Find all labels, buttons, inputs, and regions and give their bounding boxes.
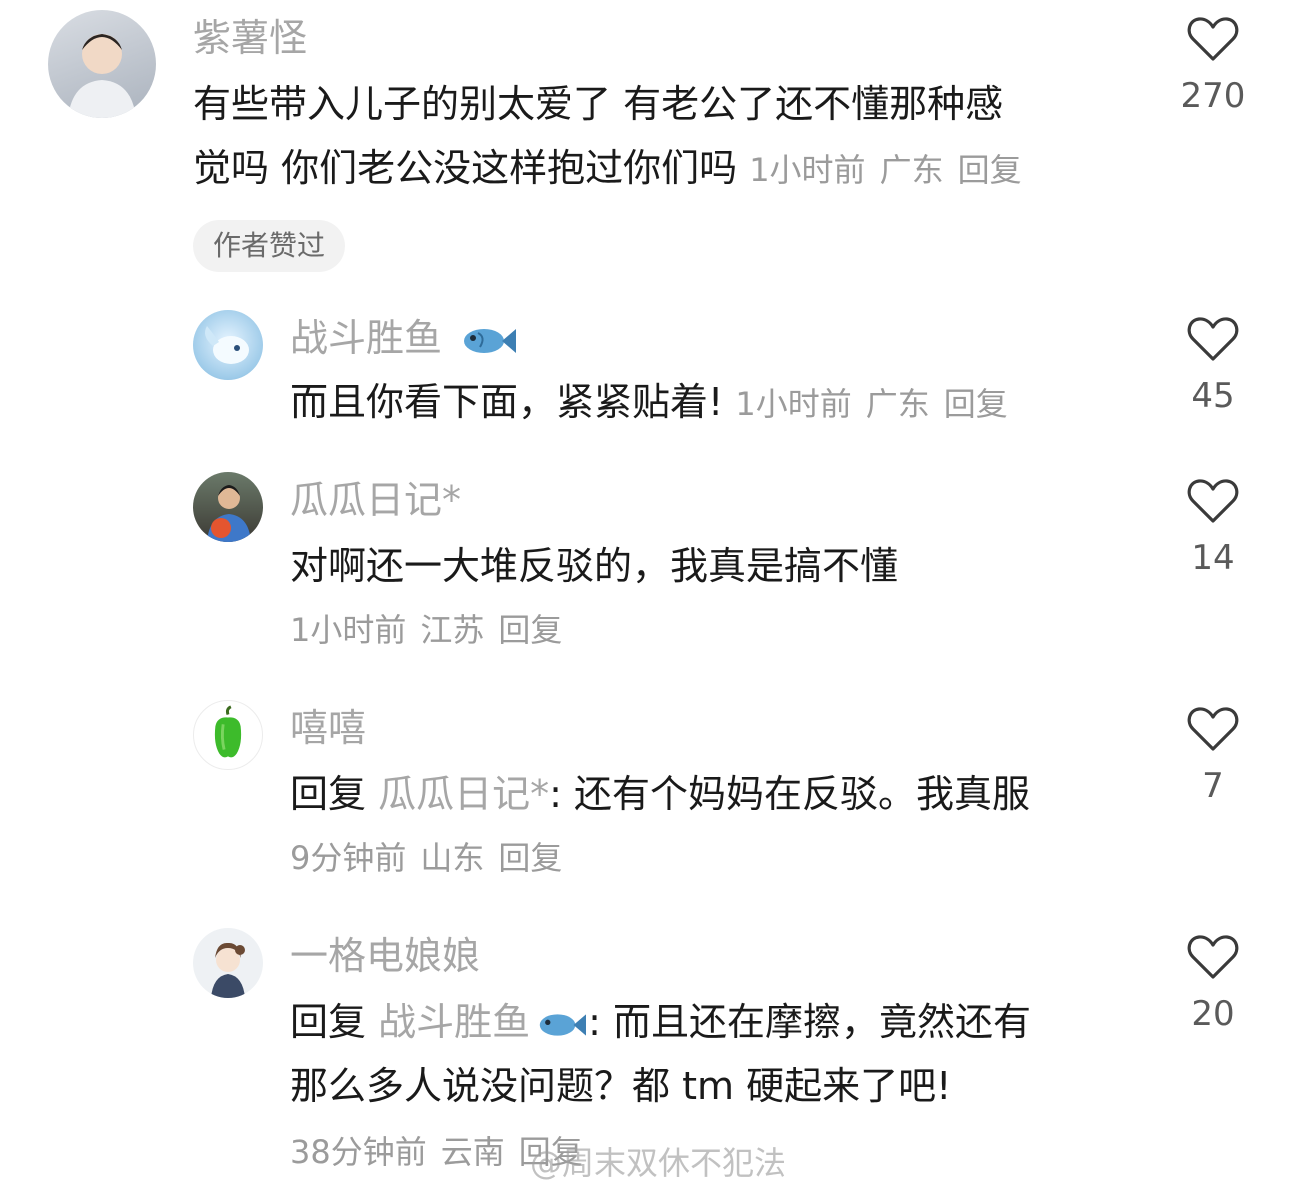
comment-text: 有些带入儿子的别太爱了 有老公了还不懂那种感 觉吗 你们老公没这样抱过你们吗 1… [193, 72, 1036, 202]
comment-text-content: : 还有个妈妈在反驳。我真服 [549, 772, 1031, 816]
username[interactable]: 一格电娘娘 [290, 932, 480, 980]
like-button[interactable]: 20 [1168, 934, 1258, 1034]
comment-meta: 1小时前 广东 回复 [749, 151, 1035, 189]
like-count: 20 [1191, 994, 1235, 1034]
reply-prefix: 回复 [290, 772, 367, 816]
username[interactable]: 战斗胜鱼 [290, 316, 442, 360]
comment-meta: 1小时前 江苏 回复 [290, 608, 576, 652]
comment-location: 广东 [865, 385, 930, 423]
avatar-cartoon-girl-icon [211, 942, 245, 998]
comment-text-line: 回复 战斗胜鱼 : 而且还在摩擦，竟然还有 [290, 990, 1031, 1054]
like-count: 45 [1191, 376, 1235, 416]
comment-meta: 9分钟前 山东 回复 [290, 836, 576, 880]
avatar[interactable] [193, 472, 263, 542]
avatar[interactable] [193, 310, 263, 380]
like-count: 7 [1202, 766, 1224, 806]
like-button[interactable]: 7 [1168, 706, 1258, 806]
like-count: 270 [1180, 76, 1246, 116]
heart-icon[interactable] [1187, 478, 1239, 524]
comment-time: 9分钟前 [290, 839, 407, 877]
comment-text-content: 而且你看下面，紧紧贴着! [290, 380, 724, 424]
comment-text: 而且你看下面，紧紧贴着! 1小时前 广东 回复 [290, 370, 1022, 436]
heart-icon[interactable] [1187, 934, 1239, 980]
comment-location: 山东 [420, 839, 485, 877]
like-button[interactable]: 270 [1168, 16, 1258, 116]
comment-time: 1小时前 [749, 151, 866, 189]
reply-button[interactable]: 回复 [498, 839, 562, 877]
avatar[interactable] [193, 700, 263, 770]
comment-text-content: : 而且还在摩擦，竟然还有 [588, 1000, 1032, 1044]
comment-location: 云南 [440, 1133, 505, 1171]
comment-time: 1小时前 [735, 385, 852, 423]
comment-text-line: 那么多人说没问题？都 tm 硬起来了吧! [290, 1064, 952, 1108]
fish-emoji-icon [464, 328, 517, 353]
reply-button[interactable]: 回复 [944, 385, 1008, 423]
comment-text-content: 觉吗 你们老公没这样抱过你们吗 [193, 146, 738, 190]
avatar-person-icon [207, 485, 251, 542]
username-row: 战斗胜鱼 [290, 314, 518, 362]
heart-icon[interactable] [1187, 16, 1239, 62]
username[interactable]: 瓜瓜日记* [290, 476, 461, 524]
reply-prefix: 回复 [290, 1000, 367, 1044]
avatar[interactable] [193, 928, 263, 998]
like-button[interactable]: 45 [1168, 316, 1258, 416]
heart-icon[interactable] [1187, 316, 1239, 362]
reply-target-username[interactable]: 战斗胜鱼 [378, 1000, 530, 1044]
comment-time: 1小时前 [290, 611, 407, 649]
comment-text: 回复 瓜瓜日记*: 还有个妈妈在反驳。我真服 [290, 762, 1030, 826]
comment-meta: 1小时前 广东 回复 [735, 385, 1021, 423]
username[interactable]: 嘻嘻 [290, 704, 366, 752]
comment-text: 回复 战斗胜鱼 : 而且还在摩擦，竟然还有 那么多人说没问题？都 tm 硬起来了… [290, 990, 1031, 1118]
green-pepper-icon [214, 705, 242, 758]
reply-button[interactable]: 回复 [958, 151, 1022, 189]
heart-icon[interactable] [1187, 706, 1239, 752]
comment-location: 广东 [879, 151, 944, 189]
like-button[interactable]: 14 [1168, 478, 1258, 578]
avatar-person-icon [68, 34, 136, 118]
comment-time: 38分钟前 [290, 1133, 427, 1171]
avatar-creature-icon [205, 326, 249, 364]
reply-target-username[interactable]: 瓜瓜日记* [378, 772, 549, 816]
avatar[interactable] [48, 10, 156, 118]
comment-text-line: 有些带入儿子的别太爱了 有老公了还不懂那种感 [193, 82, 1004, 126]
comment-text-line: 觉吗 你们老公没这样抱过你们吗 1小时前 广东 回复 [193, 136, 1036, 202]
watermark: @周末双休不犯法 [530, 1144, 787, 1182]
username[interactable]: 紫薯怪 [193, 14, 307, 62]
comment-text: 对啊还一大堆反驳的，我真是搞不懂 [290, 544, 899, 588]
author-liked-badge: 作者赞过 [193, 220, 346, 272]
reply-button[interactable]: 回复 [498, 611, 562, 649]
like-count: 14 [1191, 538, 1235, 578]
fish-emoji-icon [539, 1013, 587, 1036]
comment-location: 江苏 [420, 611, 485, 649]
